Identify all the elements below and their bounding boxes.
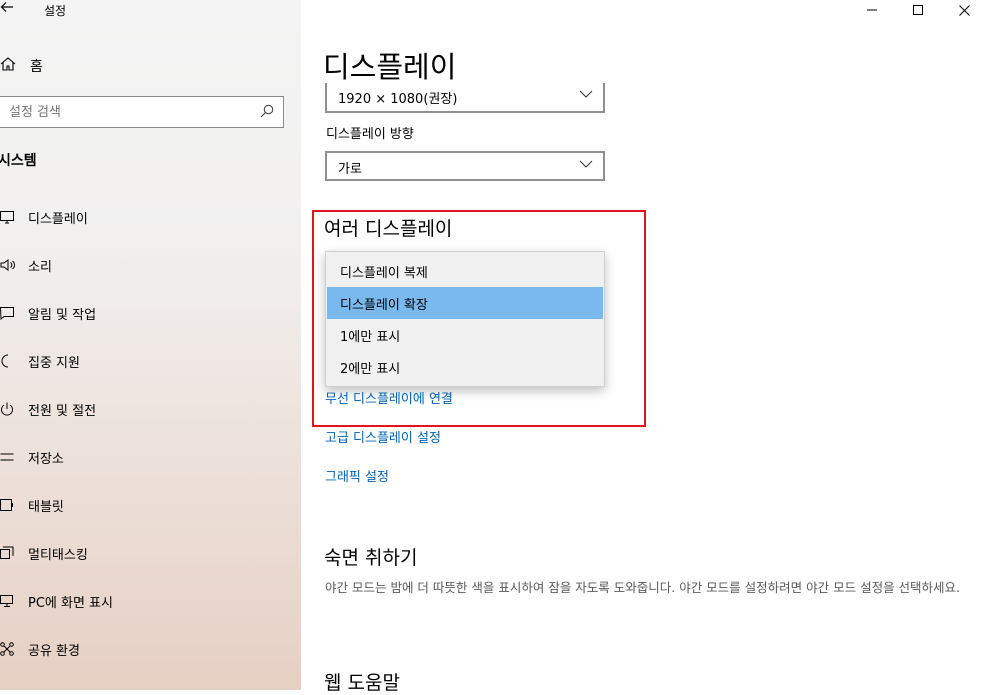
dropdown-option-extend[interactable]: 디스플레이 확장 xyxy=(327,287,603,319)
notification-icon xyxy=(0,306,16,320)
close-button[interactable] xyxy=(941,0,987,20)
tablet-icon xyxy=(0,498,16,512)
multi-display-dropdown: 디스플레이 복제 디스플레이 확장 1에만 표시 2에만 표시 xyxy=(325,251,605,387)
sidebar-item-power[interactable]: 전원 및 절전 xyxy=(0,398,300,420)
sidebar-item-focus[interactable]: 집중 지원 xyxy=(0,350,300,372)
sidebar-item-label: 공유 환경 xyxy=(28,643,80,659)
sidebar-item-notifications[interactable]: 알림 및 작업 xyxy=(0,302,300,324)
window-controls xyxy=(849,0,987,22)
dropdown-option-only-2[interactable]: 2에만 표시 xyxy=(327,351,603,383)
page-title: 디스플레이 xyxy=(323,50,457,84)
project-icon xyxy=(0,594,16,608)
multitask-icon xyxy=(0,546,16,560)
sidebar-item-sound[interactable]: 소리 xyxy=(0,254,300,276)
minimize-button[interactable] xyxy=(849,0,895,20)
orientation-select[interactable]: 가로 xyxy=(325,151,605,181)
power-icon xyxy=(0,402,16,416)
sidebar-item-shared[interactable]: 공유 환경 xyxy=(0,638,300,660)
sidebar-item-multitasking[interactable]: 멀티태스킹 xyxy=(0,542,300,564)
back-arrow-icon[interactable] xyxy=(0,0,14,18)
resolution-select[interactable]: 1920 × 1080(권장) xyxy=(325,83,605,113)
multi-display-heading: 여러 디스플레이 xyxy=(324,218,453,240)
sidebar-section-system: 시스템 xyxy=(0,153,37,169)
sidebar-home[interactable]: 홈 xyxy=(0,56,43,76)
graphics-settings-link[interactable]: 그래픽 설정 xyxy=(325,466,389,485)
sidebar-item-label: 멀티태스킹 xyxy=(28,547,88,563)
sidebar-item-tablet[interactable]: 태블릿 xyxy=(0,494,300,516)
sidebar-item-storage[interactable]: 저장소 xyxy=(0,446,300,468)
sidebar: 설정 홈 시스템 디스플레이 소리 알림 및 작업 집중 지원 전원 및 절전 … xyxy=(0,0,301,690)
dropdown-option-duplicate[interactable]: 디스플레이 복제 xyxy=(327,255,603,287)
moon-icon xyxy=(0,354,16,368)
search-icon[interactable] xyxy=(259,103,275,123)
sidebar-item-label: 디스플레이 xyxy=(28,211,88,227)
web-help-heading: 웹 도움말 xyxy=(324,672,400,694)
sidebar-item-display[interactable]: 디스플레이 xyxy=(0,206,300,228)
sidebar-item-label: 전원 및 절전 xyxy=(28,403,97,419)
orientation-label: 디스플레이 방향 xyxy=(326,127,414,142)
advanced-display-link[interactable]: 고급 디스플레이 설정 xyxy=(325,427,441,446)
storage-icon xyxy=(0,450,16,464)
orientation-value: 가로 xyxy=(338,162,362,177)
app-title: 설정 xyxy=(44,4,67,18)
sidebar-item-label: 알림 및 작업 xyxy=(28,307,97,323)
search-input[interactable] xyxy=(0,97,251,127)
sleep-description: 야간 모드는 밤에 더 따뜻한 색을 표시하여 잠을 자도록 도와줍니다. 야간… xyxy=(325,580,961,595)
sidebar-item-label: 태블릿 xyxy=(28,499,64,515)
share-icon xyxy=(0,642,16,656)
chevron-down-icon xyxy=(579,157,593,175)
search-box[interactable] xyxy=(0,96,284,128)
sidebar-item-label: 집중 지원 xyxy=(28,355,80,371)
sidebar-home-label: 홈 xyxy=(30,59,43,75)
sidebar-item-label: 저장소 xyxy=(28,451,64,467)
wireless-display-link[interactable]: 무선 디스플레이에 연결 xyxy=(325,388,453,407)
dropdown-option-only-1[interactable]: 1에만 표시 xyxy=(327,319,603,351)
speaker-icon xyxy=(0,258,16,272)
sidebar-item-project[interactable]: PC에 화면 표시 xyxy=(0,590,300,612)
chevron-down-icon xyxy=(579,87,593,105)
monitor-icon xyxy=(0,210,16,224)
maximize-button[interactable] xyxy=(895,0,941,20)
sidebar-item-label: PC에 화면 표시 xyxy=(28,595,113,611)
sleep-heading: 숙면 취하기 xyxy=(324,547,418,569)
sidebar-item-label: 소리 xyxy=(28,259,52,275)
resolution-value: 1920 × 1080(권장) xyxy=(338,92,458,107)
home-icon xyxy=(0,56,16,76)
